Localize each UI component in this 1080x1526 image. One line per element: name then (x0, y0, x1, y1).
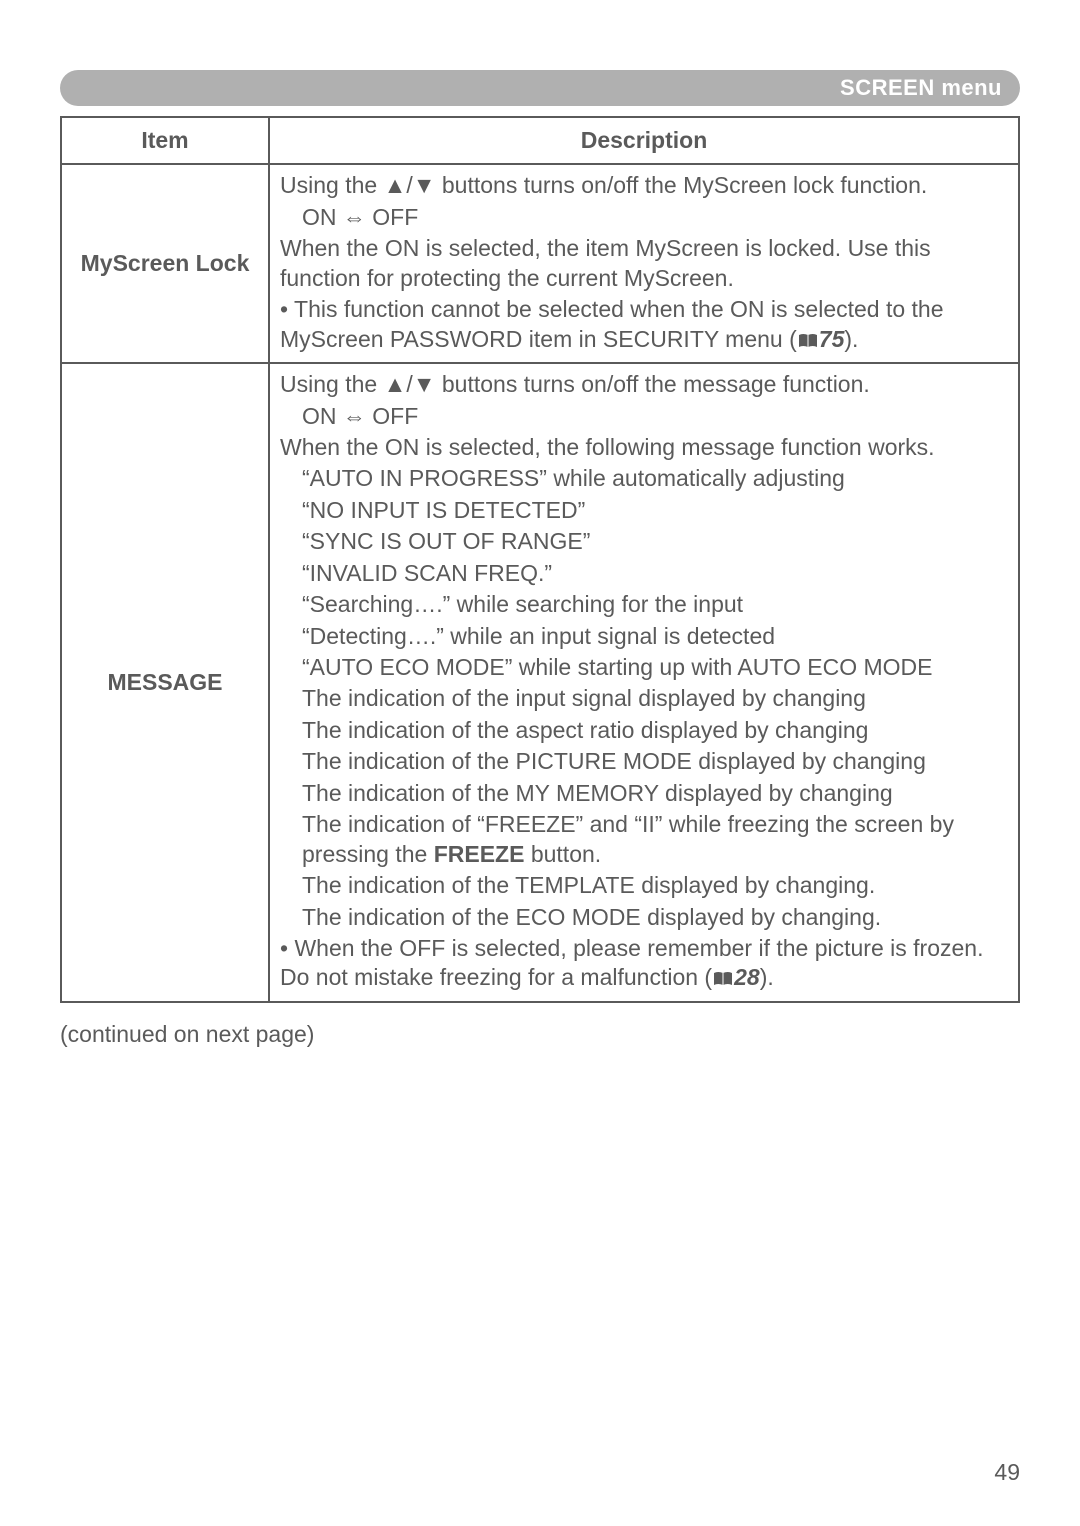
table-header-row: Item Description (61, 117, 1019, 164)
list-item: The indication of the ECO MODE displayed… (280, 903, 1008, 932)
desc-cell-myscreen-lock: Using the ▲/▼ buttons turns on/off the M… (269, 164, 1019, 363)
up-down-arrows-icon: ▲/▼ (384, 371, 436, 397)
page-ref: 75 (819, 326, 845, 352)
list-item: The indication of the TEMPLATE displayed… (280, 871, 1008, 900)
th-item: Item (61, 117, 269, 164)
text: buttons turns on/off the message functio… (435, 371, 869, 397)
text: When the ON is selected, the following m… (280, 433, 1008, 462)
item-cell-message: MESSAGE (61, 363, 269, 1002)
text: • When the OFF is selected, please remem… (280, 935, 983, 990)
item-cell-myscreen-lock: MyScreen Lock (61, 164, 269, 363)
double-arrow-icon: ⇔ (343, 204, 366, 230)
list-item: “Searching….” while searching for the in… (280, 590, 1008, 619)
list-item: “AUTO ECO MODE” while starting up with A… (280, 653, 1008, 682)
page-ref: 28 (734, 964, 760, 990)
menu-table: Item Description MyScreen Lock Using the… (60, 116, 1020, 1003)
toggle-on-label: ON (302, 204, 343, 230)
list-item: The indication of the PICTURE MODE displ… (280, 747, 1008, 776)
text: ). (844, 326, 858, 352)
list-item: The indication of “FREEZE” and “II” whil… (280, 810, 1008, 869)
list-item: The indication of the MY MEMORY displaye… (280, 779, 1008, 808)
list-item: “AUTO IN PROGRESS” while automatically a… (280, 464, 1008, 493)
toggle-off-label: OFF (366, 204, 418, 230)
text: button. (524, 841, 601, 867)
section-header-bar: SCREEN menu (60, 70, 1020, 106)
freeze-button-label: FREEZE (434, 841, 525, 867)
list-item: “SYNC IS OUT OF RANGE” (280, 527, 1008, 556)
toggle-on-label: ON (302, 403, 343, 429)
book-icon (797, 333, 819, 349)
text: buttons turns on/off the MyScreen lock f… (435, 172, 927, 198)
up-down-arrows-icon: ▲/▼ (384, 172, 436, 198)
list-item: The indication of the aspect ratio displ… (280, 716, 1008, 745)
page-number: 49 (994, 1459, 1020, 1486)
toggle-off-label: OFF (366, 403, 418, 429)
list-item: “Detecting….” while an input signal is d… (280, 622, 1008, 651)
list-item: “NO INPUT IS DETECTED” (280, 496, 1008, 525)
th-description: Description (269, 117, 1019, 164)
text: When the ON is selected, the item MyScre… (280, 234, 1008, 293)
text: Using the (280, 371, 384, 397)
double-arrow-icon: ⇔ (343, 403, 366, 429)
list-item: “INVALID SCAN FREQ.” (280, 559, 1008, 588)
table-row: MESSAGE Using the ▲/▼ buttons turns on/o… (61, 363, 1019, 1002)
table-row: MyScreen Lock Using the ▲/▼ buttons turn… (61, 164, 1019, 363)
continued-note: (continued on next page) (60, 1021, 1020, 1048)
list-item: The indication of the input signal displ… (280, 684, 1008, 713)
section-header-title: SCREEN menu (840, 75, 1002, 101)
text: The indication of “FREEZE” and “II” whil… (302, 811, 954, 866)
manual-page: SCREEN menu Item Description MyScreen Lo… (0, 0, 1080, 1526)
desc-cell-message: Using the ▲/▼ buttons turns on/off the m… (269, 363, 1019, 1002)
text: Using the (280, 172, 384, 198)
text: ). (760, 964, 774, 990)
book-icon (712, 971, 734, 987)
